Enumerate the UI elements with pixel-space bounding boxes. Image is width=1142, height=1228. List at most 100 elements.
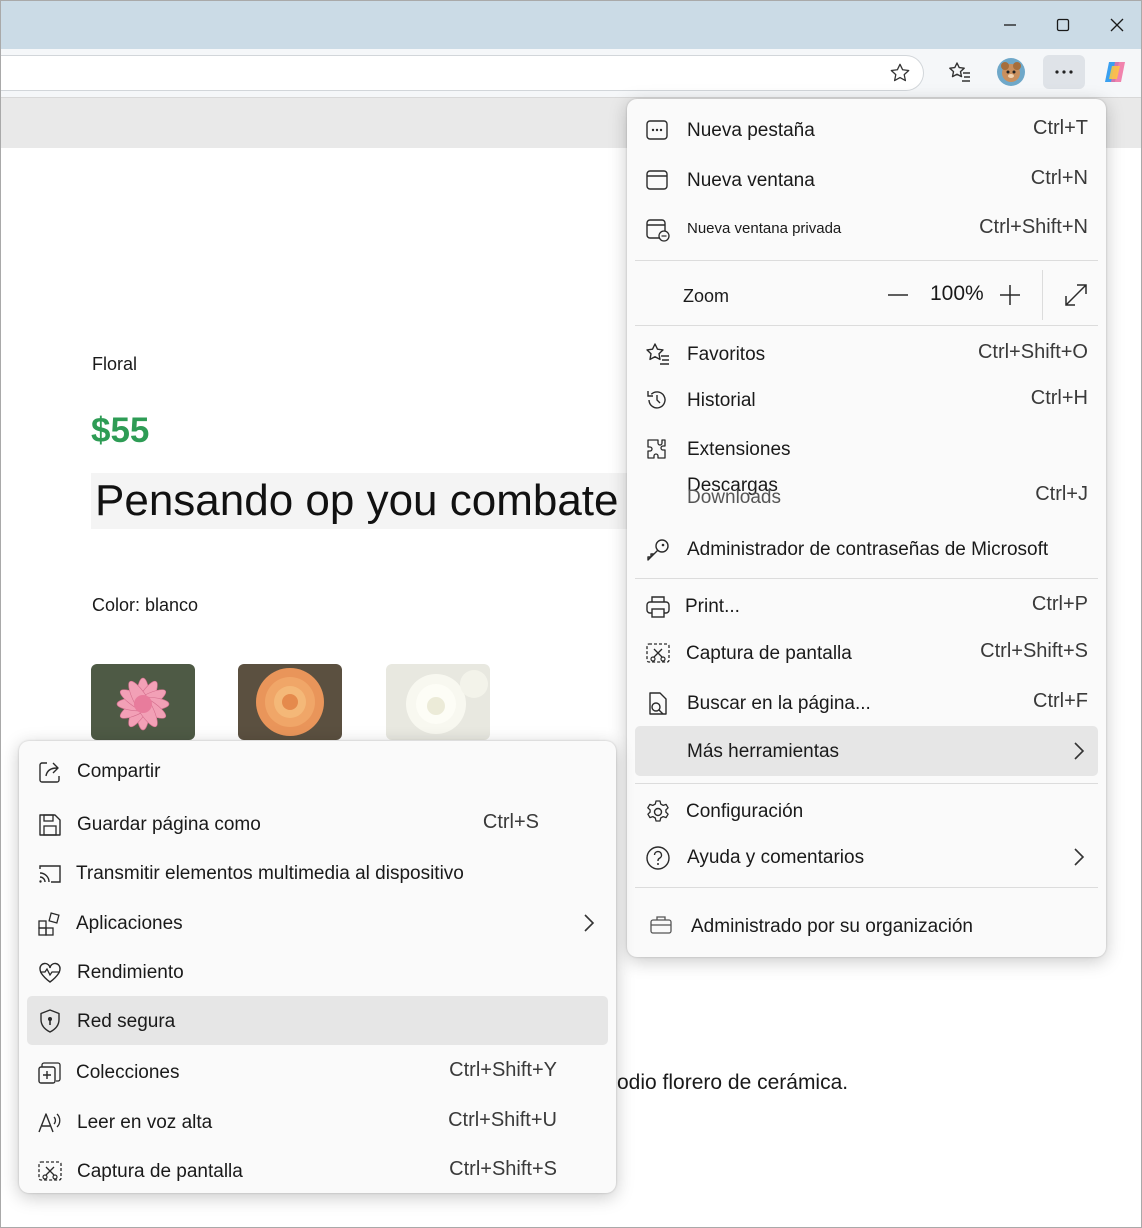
menu-item-collections[interactable]: Colecciones Ctrl+Shift+Y xyxy=(27,1049,608,1095)
new-window-icon xyxy=(645,168,671,194)
collections-icon xyxy=(37,1060,63,1086)
menu-item-password-manager[interactable]: Administrador de contraseñas de Microsof… xyxy=(635,526,1098,572)
copilot-icon[interactable] xyxy=(1098,55,1132,89)
swatch-white-flower[interactable] xyxy=(386,664,490,740)
menu-item-label: Red segura xyxy=(77,1011,176,1032)
menu-item-label: Print... xyxy=(685,596,740,617)
menu-item-shortcut: Ctrl+Shift+O xyxy=(977,341,1088,363)
menu-separator xyxy=(635,578,1098,579)
close-icon[interactable] xyxy=(1102,11,1132,39)
star-icon[interactable] xyxy=(889,62,911,84)
menu-item-extensions[interactable]: Extensiones xyxy=(635,426,1098,472)
performance-icon xyxy=(37,960,63,986)
maximize-icon[interactable] xyxy=(1048,11,1078,39)
zoom-out-button[interactable] xyxy=(885,282,915,308)
menu-item-shortcut: Ctrl+H xyxy=(1030,387,1088,409)
menu-item-history[interactable]: Historial Ctrl+H xyxy=(635,377,1098,423)
menu-item-screenshot[interactable]: Captura de pantalla Ctrl+Shift+S xyxy=(635,630,1098,676)
menu-item-label: Rendimiento xyxy=(77,962,184,983)
chevron-right-icon xyxy=(582,912,596,934)
swatch-orange-flower[interactable] xyxy=(238,664,342,740)
product-headline: Pensando op you combate u xyxy=(91,473,660,529)
menu-item-label: Captura de pantalla xyxy=(77,1161,243,1182)
zoom-value: 100% xyxy=(930,282,984,305)
read-aloud-icon xyxy=(37,1110,63,1136)
menu-item-performance[interactable]: Rendimiento xyxy=(27,949,608,995)
menu-item-shortcut: Ctrl+P xyxy=(1031,593,1088,615)
color-label: Color: blanco xyxy=(92,595,199,615)
key-icon xyxy=(645,537,671,563)
menu-item-shortcut: Ctrl+Shift+S xyxy=(449,1158,557,1180)
menu-separator xyxy=(635,260,1098,261)
menu-item-label: Nueva pestaña xyxy=(687,120,815,141)
menu-item-label: Favoritos xyxy=(687,344,766,365)
menu-separator xyxy=(635,783,1098,784)
briefcase-icon xyxy=(649,913,675,939)
main-settings-menu: Nueva pestaña Ctrl+T Nueva ventana Ctrl+… xyxy=(627,99,1106,957)
extensions-icon xyxy=(645,437,671,463)
menu-item-label: Configuración xyxy=(686,801,804,822)
menu-item-find[interactable]: Buscar en la página... Ctrl+F xyxy=(635,680,1098,726)
zoom-in-button[interactable] xyxy=(997,282,1027,308)
apps-icon xyxy=(37,911,63,937)
menu-item-label: Colecciones xyxy=(76,1062,180,1083)
screenshot-icon xyxy=(37,1159,63,1185)
menu-item-more-tools[interactable]: Más herramientas xyxy=(635,726,1098,776)
menu-item-apps[interactable]: Aplicaciones xyxy=(27,900,608,946)
menu-item-label: Buscar en la página... xyxy=(687,693,871,714)
favorites-icon[interactable] xyxy=(943,55,977,89)
menu-item-settings[interactable]: Configuración xyxy=(635,788,1098,834)
swatch-pink-flower[interactable] xyxy=(91,664,195,740)
menu-item-share[interactable]: Compartir xyxy=(27,748,608,794)
menu-item-cast[interactable]: Transmitir elementos multimedia al dispo… xyxy=(27,850,608,896)
shield-icon xyxy=(37,1008,63,1034)
menu-item-managed-by-org[interactable]: Administrado por su organización xyxy=(635,903,1098,949)
product-price: $55 xyxy=(91,411,150,450)
menu-item-shortcut: Ctrl+T xyxy=(1033,117,1088,139)
screenshot-icon xyxy=(645,641,671,667)
menu-item-save-page[interactable]: Guardar página como Ctrl+S xyxy=(27,801,608,847)
browser-window: Floral $55 Pensando op you combate u Col… xyxy=(0,0,1142,1228)
new-tab-icon xyxy=(645,118,671,144)
menu-item-favorites[interactable]: Favoritos Ctrl+Shift+O xyxy=(635,331,1098,377)
menu-item-secure-network[interactable]: Red segura xyxy=(27,996,608,1045)
menu-separator xyxy=(635,887,1098,888)
menu-item-label: Nueva ventana privada xyxy=(687,220,842,237)
menu-item-shortcut: Ctrl+S xyxy=(482,811,539,833)
menu-item-new-tab[interactable]: Nueva pestaña Ctrl+T xyxy=(635,107,1098,153)
product-category: Floral xyxy=(92,354,138,374)
more-tools-submenu: Compartir Guardar página como Ctrl+S Tra… xyxy=(19,741,616,1193)
minimize-icon[interactable] xyxy=(995,11,1025,39)
address-bar[interactable] xyxy=(1,55,924,91)
menu-item-label: Leer en voz alta xyxy=(77,1112,213,1133)
menu-item-new-window[interactable]: Nueva ventana Ctrl+N xyxy=(635,157,1098,203)
more-icon[interactable] xyxy=(1043,55,1085,89)
menu-separator xyxy=(635,325,1098,326)
menu-item-label: Extensiones xyxy=(687,439,791,460)
menu-item-downloads[interactable]: Descargas Downloads Ctrl+J xyxy=(635,473,1098,519)
browser-toolbar xyxy=(1,49,1141,97)
menu-item-label: Guardar página como xyxy=(77,814,261,835)
menu-item-label: Historial xyxy=(687,390,756,411)
menu-item-shortcut: Ctrl+N xyxy=(1030,167,1088,189)
menu-item-read-aloud[interactable]: Leer en voz alta Ctrl+Shift+U xyxy=(27,1099,608,1145)
menu-item-shortcut: Ctrl+Shift+Y xyxy=(449,1059,557,1081)
profile-avatar[interactable] xyxy=(994,55,1028,89)
title-bar xyxy=(1,1,1141,49)
menu-item-help[interactable]: Ayuda y comentarios xyxy=(635,834,1098,880)
share-icon xyxy=(37,759,63,785)
menu-item-label: Ayuda y comentarios xyxy=(687,847,865,868)
menu-item-zoom: Zoom 100% xyxy=(635,270,1098,320)
menu-item-label: Administrado por su organización xyxy=(691,916,973,937)
menu-item-label: Aplicaciones xyxy=(76,913,183,934)
favorites-icon xyxy=(645,342,671,368)
cast-icon xyxy=(37,861,63,887)
menu-item-label: Más herramientas xyxy=(687,741,840,762)
menu-item-screenshot-sub[interactable]: Captura de pantalla Ctrl+Shift+S xyxy=(27,1148,608,1194)
chevron-right-icon xyxy=(1072,846,1086,868)
menu-item-print[interactable]: Print... Ctrl+P xyxy=(635,583,1098,629)
menu-item-label: Nueva ventana xyxy=(687,170,815,191)
fullscreen-icon[interactable] xyxy=(1063,282,1091,310)
menu-item-private-window[interactable]: Nueva ventana privada Ctrl+Shift+N xyxy=(635,206,1098,252)
help-icon xyxy=(645,845,671,871)
